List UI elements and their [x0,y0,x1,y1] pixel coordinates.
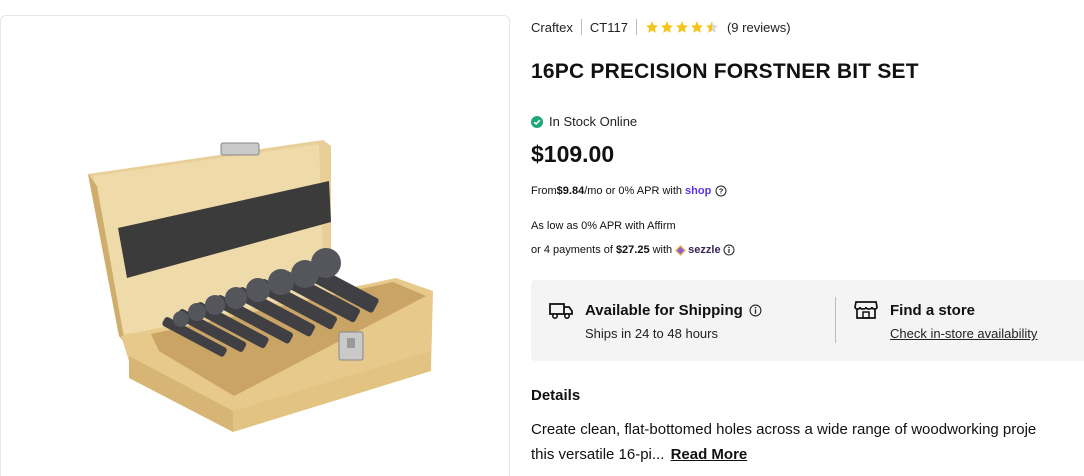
financing-monthly: $9.84 [556,185,585,197]
meta-separator [635,19,637,35]
read-more-link[interactable]: Read More [671,446,748,463]
star-rating[interactable] [645,20,720,34]
product-info: Craftex CT117 (9 reviews) 16PC PRECISION… [531,0,1084,476]
star-icon [676,21,688,33]
delivery-options: Available for Shipping Ships in 24 to 48… [531,280,1084,361]
sezzle-prefix: or 4 payments of [531,244,613,256]
sezzle-financing: or 4 payments of $27.25 with sezzle [531,244,735,256]
stock-label: In Stock Online [549,114,638,129]
svg-text:?: ? [719,187,724,196]
check-circle-icon [531,115,543,128]
shop-pay-logo: shop [685,185,712,197]
product-image [88,140,433,432]
details-text: Create clean, flat-bottomed holes across… [531,417,1084,467]
brand-name[interactable]: Craftex [531,20,573,35]
shipping-subtitle: Ships in 24 to 48 hours [585,326,718,341]
meta-separator [580,19,582,35]
truck-icon [549,303,573,320]
star-icon [646,21,658,33]
storefront-icon [854,301,878,319]
product-meta-row: Craftex CT117 (9 reviews) [531,19,791,35]
sezzle-name: sezzle [688,244,721,256]
model-number: CT117 [589,19,628,35]
financing-middle: /mo or 0% APR with [584,185,683,197]
sezzle-amount: $27.25 [615,244,650,256]
star-icon [691,21,703,33]
reviews-link[interactable]: (9 reviews) [727,20,791,35]
shop-pay-financing: From $9.84 /mo or 0% APR with shop ? [531,185,727,197]
delivery-divider [835,297,836,343]
financing-prefix: From [531,185,557,197]
details-line-1: Create clean, flat-bottomed holes across… [531,421,1037,438]
sezzle-mark-icon [675,244,687,256]
store-title: Find a store [890,302,976,319]
sezzle-middle: with [652,244,673,256]
star-icon [661,21,673,33]
info-icon[interactable] [749,304,762,317]
check-store-availability-link[interactable]: Check in-store availability [890,326,1037,341]
half-star-icon [706,21,718,33]
stock-status: In Stock Online [531,114,637,129]
details-heading: Details [531,387,581,404]
product-price: $109.00 [531,141,615,167]
product-title: 16PC PRECISION FORSTNER BIT SET [531,60,919,83]
product-image-card[interactable] [0,15,510,476]
details-line-2-text: this versatile 16-pi... [531,446,665,463]
affirm-financing[interactable]: As low as 0% APR with Affirm [531,220,676,232]
question-circle-icon[interactable]: ? [715,185,727,197]
sezzle-logo: sezzle [675,244,721,256]
details-line-2: this versatile 16-pi... Read More [531,442,1084,467]
shipping-title: Available for Shipping [585,302,762,319]
shipping-title-text: Available for Shipping [585,302,743,319]
info-icon[interactable] [723,244,735,256]
